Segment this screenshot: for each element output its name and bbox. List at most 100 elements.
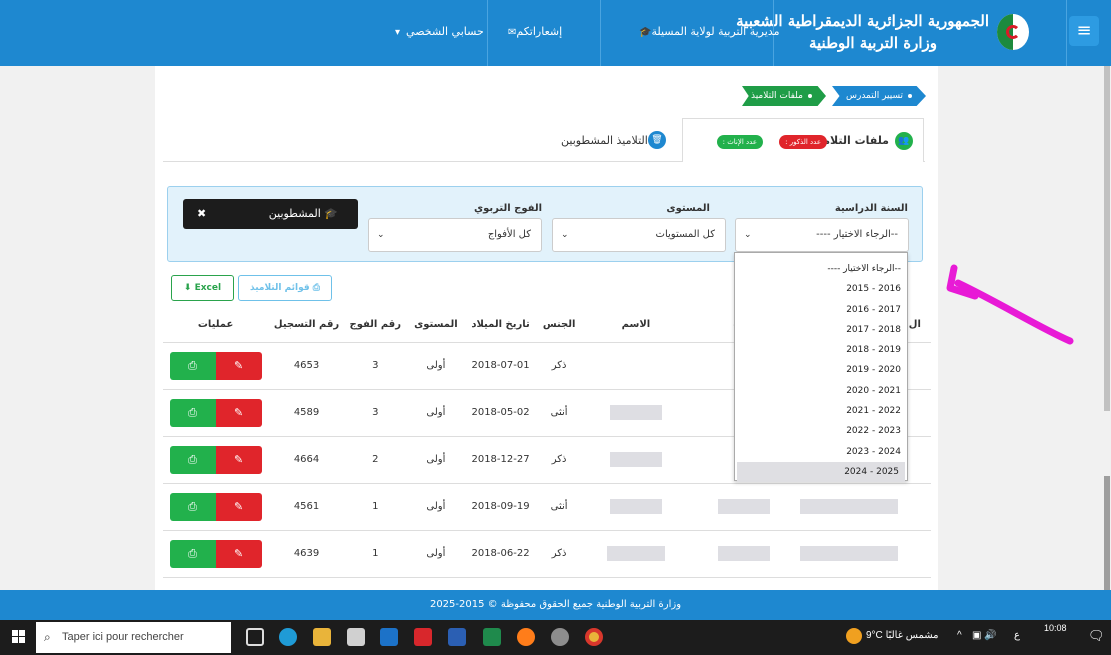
cell-surname: [688, 530, 800, 578]
chevron-up-icon[interactable]: ^: [957, 630, 962, 641]
year-option[interactable]: 2017 - 2016: [735, 300, 907, 320]
app-page: ≡ الجمهورية الجزائرية الديمقراطية الشعبي…: [0, 0, 1111, 655]
edit-button[interactable]: ✎: [215, 492, 262, 521]
breadcrumb-item-student-files[interactable]: ملفات التلاميذ: [742, 86, 826, 106]
acrobat-icon[interactable]: [414, 628, 432, 646]
print-button[interactable]: ⎙: [169, 398, 216, 427]
excel-icon[interactable]: [483, 628, 501, 646]
removed-students-button[interactable]: 🎓 المشطوبين ✖: [183, 199, 358, 229]
excel-export-button[interactable]: Excel ⬇: [171, 275, 234, 301]
breadcrumb-item-schooling[interactable]: تسيير التمدرس: [832, 86, 926, 106]
trash-icon: 🗑: [648, 131, 666, 149]
cell-photo: [799, 483, 899, 531]
year-option[interactable]: 2016 - 2015: [735, 279, 907, 299]
language-indicator[interactable]: ع: [1014, 630, 1020, 641]
cell-ops: ⎙ ✎: [163, 436, 269, 484]
graduation-cap-icon: 🎓: [320, 207, 338, 220]
print-button[interactable]: ⎙: [169, 492, 216, 521]
search-placeholder: Taper ici pour rechercher: [62, 631, 184, 643]
edit-button[interactable]: ✎: [215, 445, 262, 474]
edge-browser-icon[interactable]: [279, 628, 297, 646]
taskbar-search[interactable]: ⌕ Taper ici pour rechercher: [36, 622, 231, 653]
my-account-dropdown[interactable]: حسابي الشخصي ▾: [395, 25, 484, 38]
col-header-gender: الجنس: [534, 308, 584, 343]
edit-button[interactable]: ✎: [215, 539, 262, 568]
download-icon: ⬇: [183, 283, 192, 293]
removed-button-label: المشطوبين: [268, 207, 321, 220]
level-select[interactable]: كل المستويات ⌄: [552, 218, 726, 252]
hamburger-icon: ≡: [1076, 20, 1092, 41]
excel-label: Excel: [194, 283, 222, 293]
menu-toggle-button[interactable]: ≡: [1069, 16, 1099, 46]
cell-birth: 2018-07-01: [466, 342, 535, 390]
group-select-value: كل الأفواج: [487, 229, 531, 240]
word-icon[interactable]: [448, 628, 466, 646]
col-header-birth: تاريخ الميلاد: [466, 308, 535, 343]
directorate-link[interactable]: مديرية التربية لولاية المسيلة🎓: [633, 25, 779, 38]
col-header-group: رقم الفوج: [344, 308, 406, 343]
year-select[interactable]: --الرجاء الاختيار ---- ⌄: [735, 218, 909, 252]
print-lists-button[interactable]: ⎙ قوائم التلاميذ: [238, 275, 332, 301]
year-dropdown-list: --الرجاء الاختيار ---- 2016 - 2015 2017 …: [734, 252, 908, 483]
clock[interactable]: 10:08: [1044, 623, 1067, 633]
cell-gender: أنثى: [534, 483, 584, 531]
cell-reg: 4653: [268, 342, 345, 390]
year-option[interactable]: 2023 - 2022: [735, 421, 907, 441]
notifications-link[interactable]: إشعاراتكم✉: [502, 25, 562, 38]
cell-birth: 2018-09-19: [466, 483, 535, 531]
cell-level: أولى: [405, 483, 467, 531]
print-button[interactable]: ⎙: [169, 351, 216, 380]
year-option[interactable]: 2019 - 2018: [735, 340, 907, 360]
cell-birth: 2018-05-02: [466, 389, 535, 437]
file-explorer-icon[interactable]: [313, 628, 331, 646]
directorate-label: مديرية التربية لولاية المسيلة: [651, 25, 780, 38]
tab-student-files[interactable]: 👥 ملفات التلاميذ عدد الذكور : عدد الإناث…: [682, 118, 924, 162]
print-button[interactable]: ⎙: [169, 445, 216, 474]
tab-removed-students[interactable]: التلاميذ المشطوبين: [561, 134, 648, 147]
weather-icon[interactable]: [846, 628, 862, 644]
store-icon[interactable]: [347, 628, 365, 646]
cell-birth: 2018-12-27: [466, 436, 535, 484]
year-option[interactable]: 2018 - 2017: [735, 320, 907, 340]
chrome-icon[interactable]: [585, 628, 603, 646]
weather-text[interactable]: 9°C مشمس غالبًا: [866, 630, 939, 641]
year-option[interactable]: 2022 - 2021: [735, 401, 907, 421]
edit-button[interactable]: ✎: [215, 351, 262, 380]
tray-icons[interactable]: ▣ 🔊: [972, 630, 997, 641]
app-icon[interactable]: [551, 628, 569, 646]
year-option[interactable]: 2021 - 2020: [735, 381, 907, 401]
year-option[interactable]: 2024 - 2023: [735, 442, 907, 462]
cell-group: 1: [344, 530, 406, 578]
edit-button[interactable]: ✎: [215, 398, 262, 427]
algeria-emblem-logo: [997, 14, 1029, 50]
task-view-icon[interactable]: [246, 628, 264, 646]
graduation-cap-icon: 🎓: [639, 27, 652, 38]
windows-taskbar: ⌕ Taper ici pour rechercher 9°C مشمس غال…: [0, 620, 1111, 655]
cell-ops: ⎙ ✎: [163, 342, 269, 390]
year-option[interactable]: 2020 - 2019: [735, 360, 907, 380]
cell-gender: ذكر: [534, 342, 584, 390]
year-option-selected[interactable]: 2025 - 2024: [737, 461, 905, 483]
page-scrollbar[interactable]: [1103, 66, 1111, 590]
group-label: الفوج التربوي: [473, 203, 542, 214]
breadcrumb-label: تسيير التمدرس: [845, 91, 903, 101]
cell-group: 3: [344, 342, 406, 390]
group-select[interactable]: كل الأفواج ⌄: [368, 218, 542, 252]
year-option[interactable]: --الرجاء الاختيار ----: [735, 259, 907, 279]
year-select-value: --الرجاء الاختيار ----: [816, 229, 898, 240]
redacted-name: [609, 499, 662, 514]
year-label: السنة الدراسية: [834, 203, 908, 214]
close-icon[interactable]: ✖: [197, 199, 206, 229]
cell-reg: 4639: [268, 530, 345, 578]
printer-icon: ⎙: [312, 283, 320, 293]
outlook-icon[interactable]: [380, 628, 398, 646]
chevron-down-icon: ⌄: [744, 230, 752, 240]
firefox-icon[interactable]: [517, 628, 535, 646]
windows-start-icon[interactable]: [12, 630, 26, 644]
print-button[interactable]: ⎙: [169, 539, 216, 568]
notifications-icon[interactable]: 🗨: [1088, 628, 1105, 644]
level-label: المستوى: [666, 203, 710, 214]
redacted-name: [606, 546, 665, 561]
col-header-reg: رقم التسجيل: [268, 308, 345, 343]
redacted-surname: [718, 499, 771, 514]
